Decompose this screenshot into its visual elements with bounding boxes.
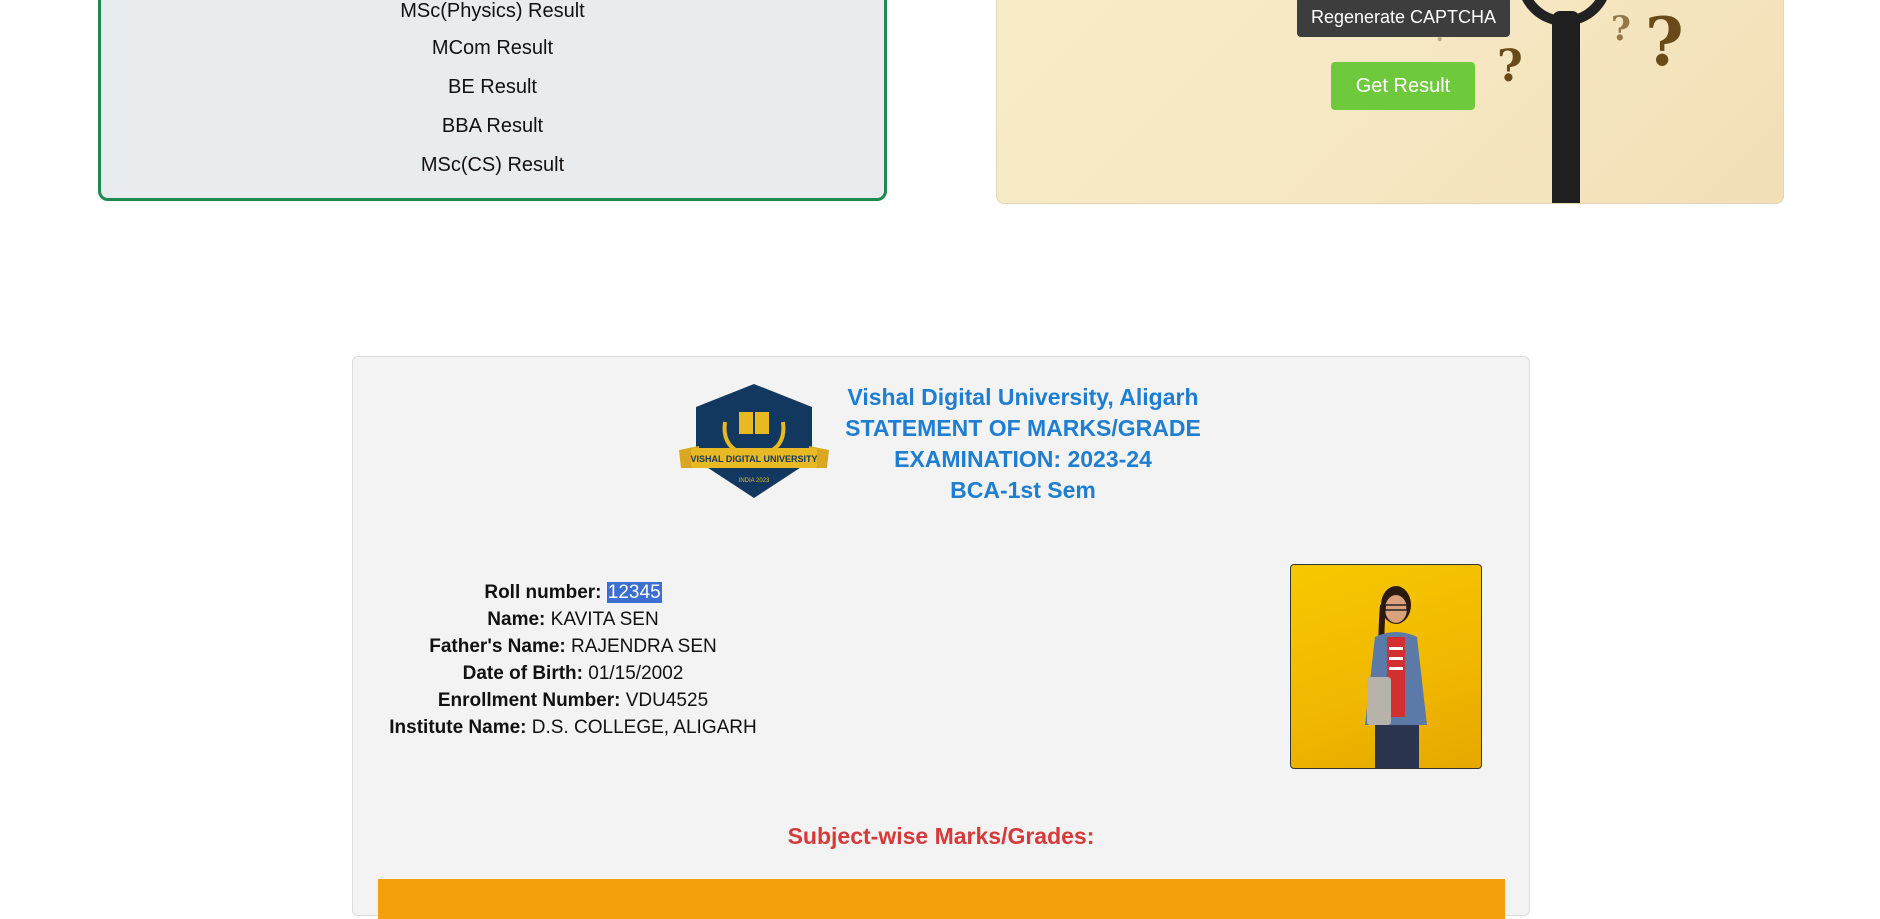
father-name-label: Father's Name: (429, 636, 566, 657)
father-name-row: Father's Name: RAJENDRA SEN (353, 633, 793, 660)
dob-value: 01/15/2002 (588, 663, 684, 684)
regenerate-captcha-button[interactable]: Regenerate CAPTCHA (1297, 0, 1510, 37)
logo-text: VISHAL DIGITAL UNIVERSITY (690, 454, 817, 464)
magnifier-handle-illustration (1552, 11, 1580, 203)
captcha-card: ? ? ? ? Regenerate CAPTCHA Get Result (996, 0, 1784, 204)
institute-value: D.S. COLLEGE, ALIGARH (531, 717, 757, 738)
dob-label: Date of Birth: (462, 663, 583, 684)
result-link-be[interactable]: BE Result (101, 76, 884, 99)
institute-row: Institute Name: D.S. COLLEGE, ALIGARH (353, 714, 793, 741)
enrollment-label: Enrollment Number: (437, 690, 621, 711)
subject-marks-heading: Subject-wise Marks/Grades: (787, 823, 1095, 849)
name-label: Name: (487, 609, 546, 630)
institute-label: Institute Name: (389, 717, 527, 738)
course-semester: BCA-1st Sem (950, 477, 1096, 503)
result-link-msc-cs[interactable]: MSc(CS) Result (101, 154, 884, 177)
logo-subtext: INDIA 2023 (739, 478, 770, 484)
get-result-button[interactable]: Get Result (1331, 62, 1475, 110)
marksheet-card: VISHAL DIGITAL UNIVERSITY INDIA 2023 Vis… (352, 356, 1530, 919)
question-mark-icon: ? (1497, 41, 1523, 92)
roll-number-value: 12345 (606, 582, 662, 603)
dob-row: Date of Birth: 01/15/2002 (353, 660, 793, 687)
university-logo: VISHAL DIGITAL UNIVERSITY INDIA 2023 (679, 384, 829, 498)
result-links-card: MSc(Physics) Result MCom Result BE Resul… (98, 0, 887, 201)
roll-number-label: Roll number: (484, 582, 602, 603)
marks-table-header (378, 879, 1505, 919)
statement-title: STATEMENT OF MARKS/GRADE (845, 415, 1201, 441)
university-name: Vishal Digital University, Aligarh (847, 384, 1199, 410)
result-link-msc-physics[interactable]: MSc(Physics) Result (101, 0, 884, 23)
student-photo (1290, 564, 1482, 769)
question-mark-icon: ? (1645, 3, 1684, 81)
result-link-bba[interactable]: BBA Result (101, 115, 884, 138)
examination-year: EXAMINATION: 2023-24 (894, 446, 1152, 472)
father-name-value: RAJENDRA SEN (571, 636, 717, 657)
marksheet-header: Vishal Digital University, Aligarh STATE… (813, 382, 1233, 506)
enrollment-row: Enrollment Number: VDU4525 (353, 687, 793, 714)
name-row: Name: KAVITA SEN (353, 606, 793, 633)
name-value: KAVITA SEN (550, 609, 659, 630)
result-link-mcom[interactable]: MCom Result (101, 37, 884, 60)
student-info: Roll number: 12345 Name: KAVITA SEN Fath… (353, 579, 793, 741)
enrollment-value: VDU4525 (625, 690, 709, 711)
question-mark-icon: ? (1611, 9, 1631, 49)
roll-number-row: Roll number: 12345 (353, 579, 793, 606)
